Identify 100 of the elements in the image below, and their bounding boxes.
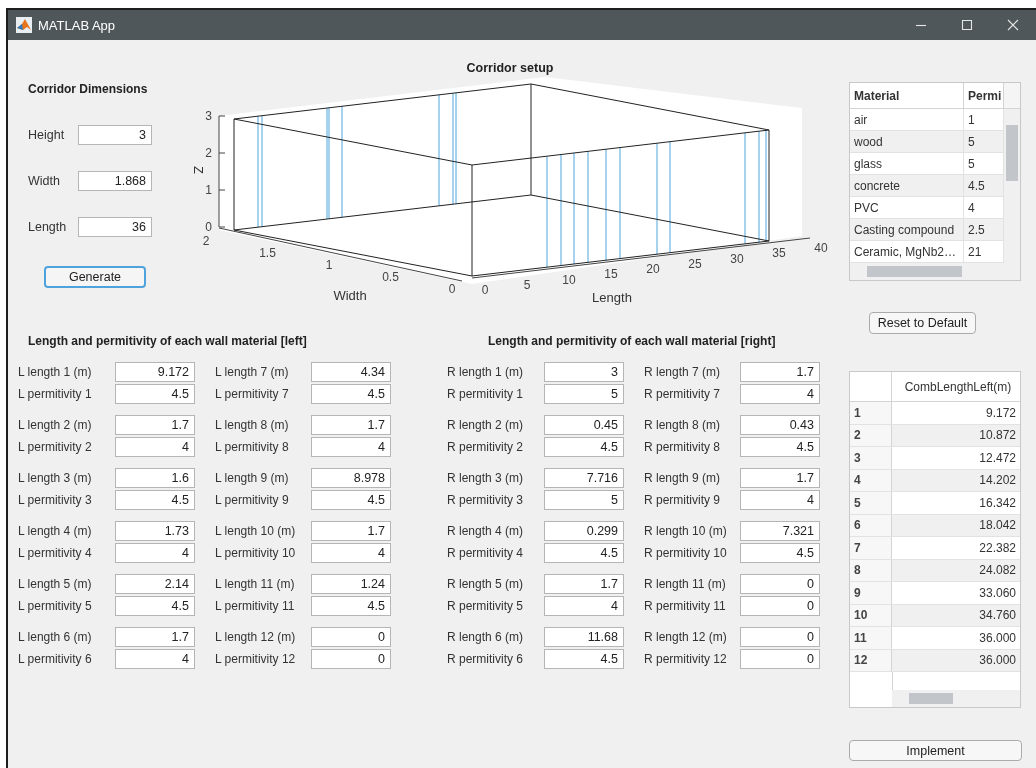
input-field[interactable]: 4.5: [740, 437, 820, 457]
input-field[interactable]: 0: [311, 627, 391, 647]
table-cell-text: 9.172: [984, 404, 1017, 422]
input-field[interactable]: 36: [78, 217, 152, 237]
input-field[interactable]: 4.5: [115, 490, 195, 510]
close-icon[interactable]: [1007, 19, 1019, 31]
input-field[interactable]: 2.14: [115, 574, 195, 594]
axis-tick-label: 0.5: [382, 270, 399, 284]
row-number: 6: [850, 514, 892, 536]
input-field[interactable]: 4: [115, 649, 195, 669]
input-field[interactable]: 4: [311, 543, 391, 563]
input-field[interactable]: 4: [740, 384, 820, 404]
input-field[interactable]: 4: [544, 596, 624, 616]
field-label: L permitivity 10: [215, 546, 297, 560]
row-number: 1: [850, 402, 892, 424]
input-field[interactable]: 4.5: [544, 437, 624, 457]
input-field[interactable]: 7.321: [740, 521, 820, 541]
table-cell: 24.082: [892, 559, 1020, 581]
axis-label: Z: [191, 166, 206, 174]
field-label: R length 10 (m): [644, 524, 728, 538]
field-label: R permitivity 6: [447, 652, 524, 666]
input-field[interactable]: 5: [544, 384, 624, 404]
input-field[interactable]: 4.5: [740, 543, 820, 563]
table-cell: 18.042: [892, 514, 1020, 536]
input-field[interactable]: 1.868: [78, 171, 152, 191]
field-label: R permitivity 10: [644, 546, 728, 560]
input-field[interactable]: 4.34: [311, 362, 391, 382]
scrollbar[interactable]: [892, 690, 1020, 707]
axis-tick-label: 0: [205, 220, 212, 234]
input-field[interactable]: 11.68: [544, 627, 624, 647]
scroll-thumb[interactable]: [909, 693, 953, 704]
input-field[interactable]: 0.43: [740, 415, 820, 435]
column-header[interactable]: Material: [850, 83, 964, 108]
scroll-thumb[interactable]: [867, 266, 962, 277]
input-field[interactable]: 4.5: [544, 543, 624, 563]
input-field[interactable]: 4.5: [311, 384, 391, 404]
field-label: L length 6 (m): [18, 630, 93, 644]
input-field[interactable]: 7.716: [544, 468, 624, 488]
input-field[interactable]: 4.5: [544, 649, 624, 669]
input-field[interactable]: 1.24: [311, 574, 391, 594]
row-number: 4: [850, 469, 892, 491]
field-label: L permitivity 8: [215, 440, 290, 454]
input-field[interactable]: 0: [740, 596, 820, 616]
axis-tick-label: 40: [814, 241, 828, 255]
reset-button[interactable]: Reset to Default: [869, 312, 976, 334]
axis-tick-label: 0: [448, 282, 456, 296]
input-field[interactable]: 1.7: [115, 415, 195, 435]
field-label: L length 7 (m): [215, 365, 290, 379]
input-field[interactable]: 1.7: [740, 468, 820, 488]
field-label: R permitivity 9: [644, 493, 721, 507]
input-field[interactable]: 4.5: [311, 490, 391, 510]
axis-tick-label: 2: [205, 146, 212, 160]
axis-tick-label: 20: [646, 262, 660, 276]
axis-tick-label: 1: [325, 258, 333, 272]
input-field[interactable]: 4: [115, 437, 195, 457]
field-label: L permitivity 12: [215, 652, 297, 666]
input-field[interactable]: 0: [740, 627, 820, 647]
field-label: R length 5 (m): [447, 577, 525, 591]
input-field[interactable]: 0.299: [544, 521, 624, 541]
field-label: R permitivity 8: [644, 440, 721, 454]
implement-button[interactable]: Implement: [849, 740, 1022, 761]
input-field[interactable]: 1.7: [544, 574, 624, 594]
input-field[interactable]: 0: [740, 649, 820, 669]
field-label: R permitivity 12: [644, 652, 728, 666]
input-field[interactable]: 1.73: [115, 521, 195, 541]
table-cell-text: 12.472: [978, 449, 1017, 467]
input-field[interactable]: 9.172: [115, 362, 195, 382]
input-field[interactable]: 4: [311, 437, 391, 457]
table-cell: glass: [850, 153, 964, 174]
field-label: R permitivity 4: [447, 546, 524, 560]
input-field[interactable]: 0: [311, 649, 391, 669]
input-field[interactable]: 1.7: [311, 415, 391, 435]
maximize-icon[interactable]: [961, 19, 973, 31]
field-label: L length 3 (m): [18, 471, 93, 485]
scrollbar[interactable]: [850, 263, 1020, 280]
input-field[interactable]: 3: [544, 362, 624, 382]
input-field[interactable]: 1.7: [311, 521, 391, 541]
input-field[interactable]: 1.7: [740, 362, 820, 382]
generate-button[interactable]: Generate: [44, 266, 146, 288]
input-field[interactable]: 4: [115, 543, 195, 563]
input-field[interactable]: 8.978: [311, 468, 391, 488]
input-field[interactable]: 4.5: [115, 596, 195, 616]
input-field[interactable]: 4.5: [311, 596, 391, 616]
scroll-thumb[interactable]: [1006, 125, 1018, 181]
input-field[interactable]: 5: [544, 490, 624, 510]
field-label: R length 7 (m): [644, 365, 722, 379]
axis-tick-label: 25: [688, 256, 702, 271]
input-field[interactable]: 4.5: [115, 384, 195, 404]
section-title: Corridor Dimensions: [28, 82, 148, 98]
input-field[interactable]: 1.7: [115, 627, 195, 647]
field-label: L permitivity 9: [215, 493, 290, 507]
input-field[interactable]: 0.45: [544, 415, 624, 435]
field-label: R length 3 (m): [447, 471, 525, 485]
field-label: L length 4 (m): [18, 524, 93, 538]
input-field[interactable]: 0: [740, 574, 820, 594]
input-field[interactable]: 1.6: [115, 468, 195, 488]
scrollbar[interactable]: [1004, 109, 1020, 263]
field-label: R length 4 (m): [447, 524, 525, 538]
input-field[interactable]: 3: [78, 125, 152, 145]
input-field[interactable]: 4: [740, 490, 820, 510]
